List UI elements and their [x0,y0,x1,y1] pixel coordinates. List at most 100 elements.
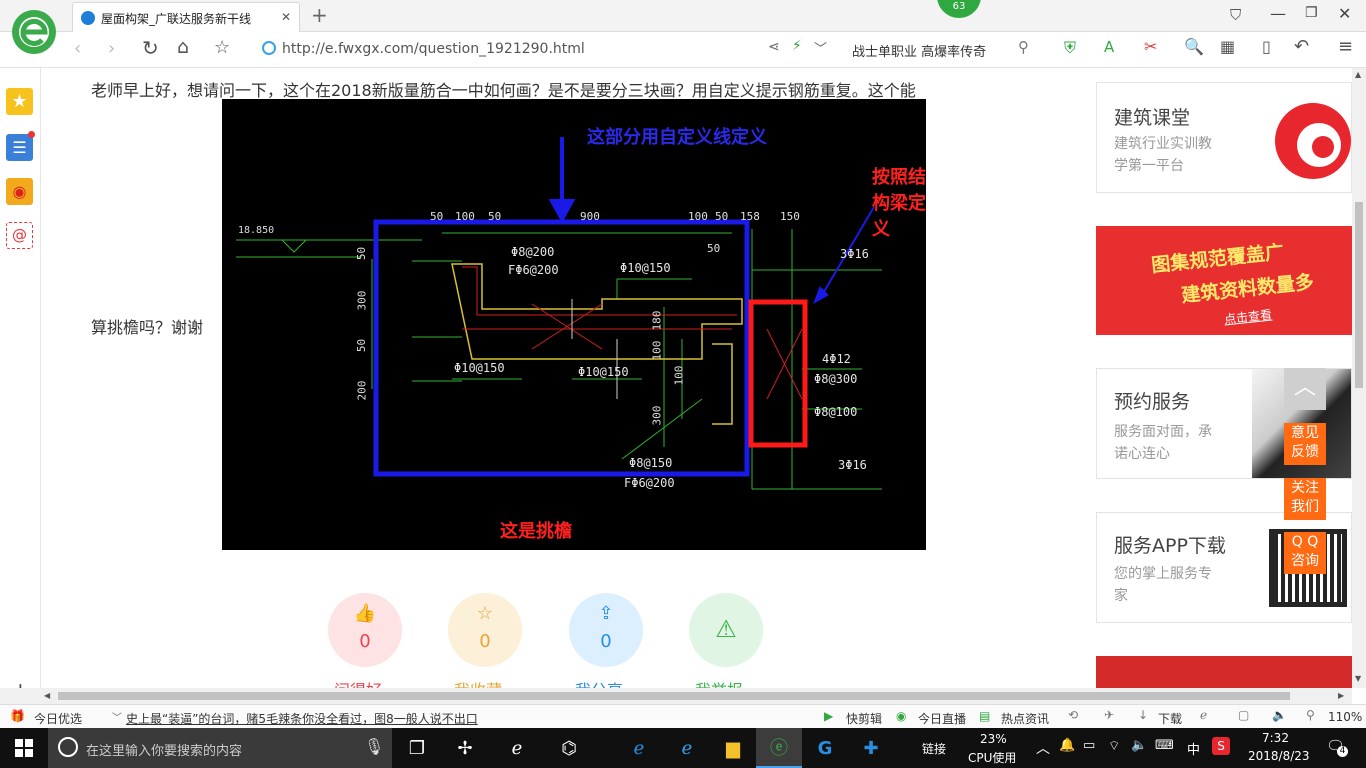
home-icon[interactable]: ⌂ [177,36,189,58]
action-label[interactable]: 我举报 [695,677,743,688]
action-share-button[interactable]: ⇪ 0 我分享 [569,593,643,688]
tab-active[interactable]: 屋面构架_广联达服务新干线 ✕ [72,2,300,32]
news-ticker-link[interactable]: 史上最“装逼”的台词，赌5毛辣条你没全看过，图8一般人说不出口 [126,710,478,727]
edge-icon[interactable]: ℯ [616,728,662,768]
browser-logo[interactable] [10,6,58,58]
swirl-app-icon[interactable]: ⌬ [546,728,592,768]
scroll-left-arrow[interactable]: ◀ [44,691,50,700]
skin-icon[interactable]: ⛉ [1230,6,1241,24]
bookmark-star-icon[interactable]: ☆ [214,37,230,58]
drawing-white-lines [571,299,618,399]
g-app-icon[interactable]: G [802,728,848,768]
speaker-icon[interactable]: 🔈 [1131,738,1147,753]
qq-button[interactable]: Q Q 咨询 [1284,532,1326,574]
card-classroom[interactable]: 建筑课堂 建筑行业实训教 学第一平台 [1096,82,1352,193]
ad-banner[interactable]: 图集规范覆盖广 建筑资料数量多 点击查看 [1096,226,1352,335]
share-icon[interactable]: ⋖ [768,39,780,55]
file-explorer-icon[interactable]: ▆ [710,728,756,768]
notification-dot [28,131,35,138]
browser-2345-icon[interactable]: ⓔ [756,728,802,768]
action-warning-button[interactable]: ⚠ 我举报 [689,593,763,688]
reading-list-icon[interactable]: ☰ [6,134,33,161]
battery-icon[interactable]: ▭ [1083,738,1095,753]
ad-cta[interactable]: 点击查看 [1223,306,1273,328]
refresh-icon[interactable]: ↻ [142,36,159,60]
scroll-right-arrow[interactable]: ▶ [1338,691,1344,700]
reader-icon[interactable]: ▯ [1262,37,1271,56]
history-icon[interactable]: ⟲ [1068,708,1078,722]
vertical-scrollbar[interactable]: ▲ ▼ [1352,68,1366,688]
quick-clip-link[interactable]: 快剪辑 [846,710,882,727]
pin-icon[interactable]: ✈ [1104,708,1114,722]
search-hint[interactable]: 战士单职业 高爆率传奇 [852,41,986,60]
today-picks-link[interactable]: 今日优选 [34,710,82,727]
keyboard-icon[interactable]: ⌨ [1155,738,1174,753]
action-label[interactable]: 我收藏 [454,677,502,688]
scroll-up-arrow[interactable]: ▲ [1355,70,1361,79]
lightning-icon[interactable]: ⚡ [792,38,802,54]
scroll-top-button[interactable]: ︿ [1284,368,1326,410]
rebar-label: Φ10@150 [454,361,505,375]
url-input[interactable] [282,38,752,60]
zoom-icon[interactable]: ⚲ [1306,708,1315,722]
tab-close-icon[interactable]: ✕ [281,10,291,24]
scroll-down-arrow[interactable]: ▼ [1355,674,1361,683]
tray-chevron-icon[interactable]: ︿ [1036,738,1050,758]
download-icon[interactable]: ↓ [1138,708,1148,722]
today-live-link[interactable]: 今日直播 [918,710,966,727]
mail-icon[interactable]: @ [6,222,33,249]
sogou-icon[interactable]: S [1212,737,1230,755]
new-tab-button[interactable]: + [311,3,328,27]
action-thumbs-up-button[interactable]: 👍 0 问得好 [328,593,402,688]
action-star-button[interactable]: ☆ 0 我收藏 [448,593,522,688]
action-label[interactable]: 问得好 [334,677,382,688]
search-icon[interactable]: ⚲ [1018,38,1029,56]
clock-date[interactable]: 2018/8/23 [1248,749,1310,763]
edge-browser-icon[interactable]: ℯ [494,728,540,768]
menu-icon[interactable]: ≡ [1338,36,1353,57]
ime-indicator[interactable]: 中 [1187,739,1200,758]
tray-notification-icon[interactable]: 🔔 [1059,738,1075,753]
link-toolbar[interactable]: 链接 [922,740,946,757]
ie-icon[interactable]: ℯ [664,728,710,768]
clock-time[interactable]: 7:32 [1262,731,1289,745]
live-icon: ◉ [896,709,907,723]
hot-news-link[interactable]: 热点资讯 [1001,710,1049,727]
download-link[interactable]: 下载 [1158,710,1182,727]
close-window-button[interactable]: ✕ [1338,4,1351,23]
fan-app-icon[interactable]: ✢ [442,728,488,768]
red-banner-partial[interactable] [1096,656,1352,688]
horizontal-scrollbar[interactable]: ◀ ▶ [0,688,1352,704]
taskbar-search-box[interactable]: 在这里输入你要搜索的内容 🎙 [48,728,392,768]
wifi-icon[interactable]: ⌔ [1108,738,1120,754]
weibo-icon[interactable]: ◉ [6,178,33,205]
scissors-icon[interactable]: ✂ [1144,37,1157,56]
volume-icon[interactable]: 🔈 [1272,708,1287,722]
maximize-button[interactable]: ❐ [1305,5,1318,21]
feedback-button[interactable]: 意见 反馈 [1284,423,1326,465]
dropdown-chevron-icon[interactable]: ﹀ [814,38,827,57]
forward-icon[interactable]: › [108,38,115,59]
ie-mode-icon[interactable]: ℯ [1200,708,1207,722]
back-icon[interactable]: ‹ [74,38,81,59]
follow-button[interactable]: 关注 我们 [1284,478,1326,520]
task-view-icon[interactable]: ❐ [394,728,440,768]
cpu-label: CPU使用 [968,751,1017,765]
start-button[interactable] [0,728,48,768]
minimize-button[interactable]: — [1270,4,1286,23]
translate-icon[interactable]: A [1104,38,1114,56]
vertical-scroll-thumb[interactable] [1355,202,1363,388]
plus-app-icon[interactable]: ✚ [848,728,894,768]
horizontal-scroll-thumb[interactable] [58,692,1290,700]
magnifier-icon[interactable]: 🔍 [1184,37,1204,56]
zoom-level[interactable]: 110% [1328,710,1362,724]
card-subtitle: 诺心连心 [1114,446,1170,462]
window-icon[interactable]: ▢ [1238,708,1249,722]
shield-icon[interactable]: ⛨ [1064,38,1076,58]
undo-icon[interactable]: ↶ [1294,36,1309,57]
apps-grid-icon[interactable]: ▦ [1220,37,1235,56]
action-label[interactable]: 我分享 [575,677,623,688]
clip-icon: ▶ [824,709,834,723]
microphone-icon[interactable]: 🎙 [364,737,384,756]
favorites-icon[interactable]: ★ [6,88,33,115]
